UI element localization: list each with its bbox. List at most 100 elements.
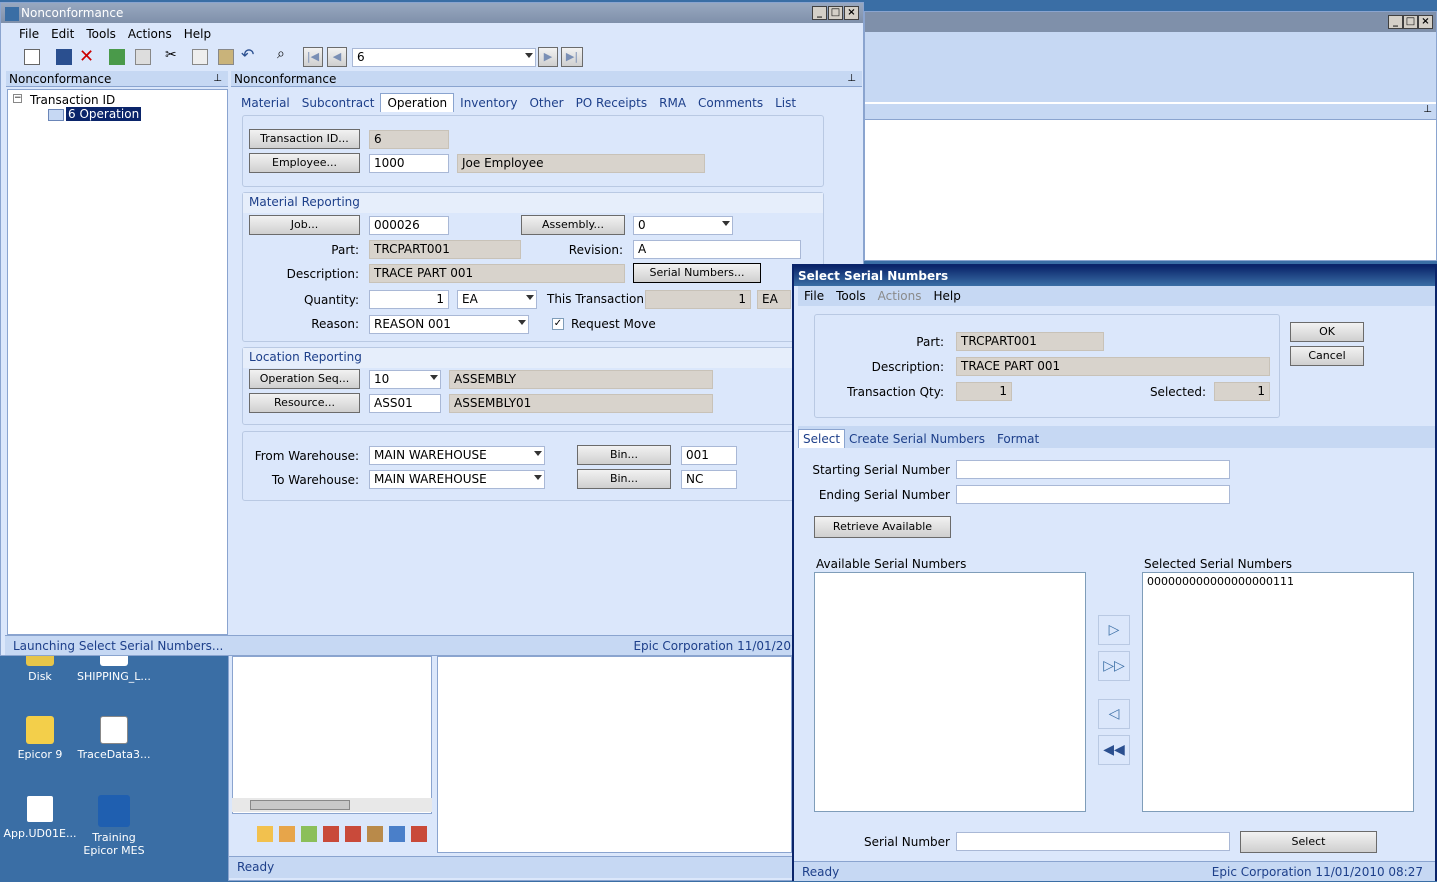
from-bin-button[interactable]: Bin...: [577, 445, 671, 465]
material-reporting-header: Material Reporting: [243, 193, 823, 213]
maximize-button[interactable]: □: [828, 6, 843, 20]
tab-inventory[interactable]: Inventory: [460, 96, 517, 110]
tab-select[interactable]: Select: [798, 429, 846, 448]
ok-button[interactable]: OK: [1290, 322, 1364, 342]
move-all-left-button[interactable]: ◀◀: [1098, 735, 1130, 765]
truck-icon[interactable]: [345, 826, 361, 842]
desktop-icon-training-mes[interactable]: Training Epicor MES: [74, 795, 154, 857]
available-serials-list[interactable]: [814, 572, 1086, 812]
quantity-label: Quantity:: [303, 293, 359, 307]
last-record-button[interactable]: ▶|: [561, 47, 583, 67]
tab-rma[interactable]: RMA: [659, 96, 686, 110]
transaction-id-button[interactable]: Transaction ID...: [249, 129, 360, 149]
desktop-icon-tracedata[interactable]: TraceData3...: [74, 716, 154, 761]
revision-field[interactable]: A: [633, 240, 801, 259]
pin-icon[interactable]: ⊥: [847, 71, 856, 87]
move-right-button[interactable]: ▷: [1098, 615, 1130, 645]
starting-serial-input[interactable]: [956, 460, 1230, 479]
operation-seq-field[interactable]: 10: [369, 370, 441, 389]
request-move-checkbox[interactable]: ✓: [552, 318, 564, 330]
grid-icon[interactable]: [411, 826, 427, 842]
desktop-icon-appud01[interactable]: App.UD01E...: [0, 795, 80, 840]
factory-icon[interactable]: [323, 826, 339, 842]
cut-icon[interactable]: ✂: [165, 47, 177, 63]
employee-id-field[interactable]: 1000: [369, 154, 449, 173]
assembly-button[interactable]: Assembly...: [521, 215, 625, 235]
undo-icon[interactable]: ↶: [241, 45, 254, 64]
quantity-field[interactable]: 1: [369, 290, 449, 309]
selected-serials-list[interactable]: 000000000000000000111: [1142, 572, 1414, 812]
select-button[interactable]: Select: [1240, 831, 1377, 853]
reason-field[interactable]: REASON 001: [369, 315, 529, 334]
assembly-field[interactable]: 0: [633, 216, 733, 235]
serial-number-input[interactable]: [956, 832, 1230, 851]
uom-field[interactable]: EA: [457, 290, 537, 309]
list-item[interactable]: 000000000000000000111: [1143, 573, 1413, 590]
tab-subcontract[interactable]: Subcontract: [302, 96, 375, 110]
new-icon[interactable]: [24, 49, 40, 65]
serial-numbers-button[interactable]: Serial Numbers...: [633, 263, 761, 283]
tab-material[interactable]: Material: [241, 96, 290, 110]
gear-folder-icon[interactable]: [301, 826, 317, 842]
job-field[interactable]: 000026: [369, 216, 449, 235]
first-record-button[interactable]: |◀: [303, 47, 323, 67]
to-bin-field[interactable]: NC: [681, 470, 737, 489]
tab-format[interactable]: Format: [997, 432, 1039, 446]
binoculars-icon[interactable]: ⌕: [277, 46, 285, 62]
folders-icon[interactable]: [279, 826, 295, 842]
job-button[interactable]: Job...: [249, 215, 360, 235]
record-navigator-field[interactable]: 6: [352, 48, 536, 67]
menu-edit[interactable]: Edit: [51, 24, 74, 44]
tab-po-receipts[interactable]: PO Receipts: [576, 96, 648, 110]
menu-file[interactable]: File: [804, 286, 824, 306]
operation-seq-button[interactable]: Operation Seq...: [249, 369, 360, 389]
menu-help[interactable]: Help: [934, 286, 961, 306]
box-icon[interactable]: [367, 826, 383, 842]
resource-field[interactable]: ASS01: [369, 394, 441, 413]
collapse-icon[interactable]: −: [13, 94, 22, 103]
move-left-button[interactable]: ◁: [1098, 699, 1130, 729]
menu-help[interactable]: Help: [184, 24, 211, 44]
tab-operation[interactable]: Operation: [380, 93, 455, 112]
tab-create-serial-numbers[interactable]: Create Serial Numbers: [849, 432, 985, 446]
cancel-button[interactable]: Cancel: [1290, 346, 1364, 366]
refresh-icon[interactable]: [109, 49, 125, 65]
clear-icon[interactable]: [135, 49, 151, 65]
to-bin-button[interactable]: Bin...: [577, 469, 671, 489]
tab-other[interactable]: Other: [529, 96, 563, 110]
delete-icon[interactable]: ✕: [79, 46, 94, 67]
close-button[interactable]: ×: [1418, 15, 1433, 29]
chart-icon[interactable]: [389, 826, 405, 842]
pin-icon[interactable]: ⊥: [213, 71, 222, 87]
maximize-button[interactable]: □: [1403, 15, 1418, 29]
menu-file[interactable]: File: [19, 24, 39, 44]
copy-icon[interactable]: [192, 49, 208, 65]
retrieve-available-button[interactable]: Retrieve Available: [814, 516, 951, 538]
next-record-button[interactable]: ▶: [538, 47, 558, 67]
pin-icon[interactable]: ⊥: [1423, 104, 1432, 115]
menu-actions[interactable]: Actions: [128, 24, 172, 44]
move-all-right-button[interactable]: ▷▷: [1098, 651, 1130, 681]
desktop-icon-epicor9[interactable]: Epicor 9: [0, 716, 80, 761]
to-warehouse-field[interactable]: MAIN WAREHOUSE: [369, 470, 545, 489]
tab-comments[interactable]: Comments: [698, 96, 763, 110]
tree-node-transaction-id[interactable]: Transaction ID: [30, 93, 115, 107]
from-warehouse-value: MAIN WAREHOUSE: [374, 448, 487, 462]
save-icon[interactable]: [56, 49, 72, 65]
from-warehouse-field[interactable]: MAIN WAREHOUSE: [369, 446, 545, 465]
previous-record-button[interactable]: ◀: [327, 47, 347, 67]
minimize-button[interactable]: _: [812, 6, 827, 20]
resource-button[interactable]: Resource...: [249, 393, 360, 413]
close-button[interactable]: ×: [844, 6, 859, 20]
ending-serial-input[interactable]: [956, 485, 1230, 504]
minimize-button[interactable]: _: [1388, 15, 1403, 29]
from-bin-field[interactable]: 001: [681, 446, 737, 465]
tab-list[interactable]: List: [775, 96, 796, 110]
menu-tools[interactable]: Tools: [836, 286, 866, 306]
folder-icon[interactable]: [257, 826, 273, 842]
paste-icon[interactable]: [218, 49, 234, 65]
employee-button[interactable]: Employee...: [249, 153, 360, 173]
menu-tools[interactable]: Tools: [86, 24, 116, 44]
tree-node-operation[interactable]: 6 Operation: [66, 107, 142, 121]
horizontal-scrollbar[interactable]: [232, 798, 432, 812]
